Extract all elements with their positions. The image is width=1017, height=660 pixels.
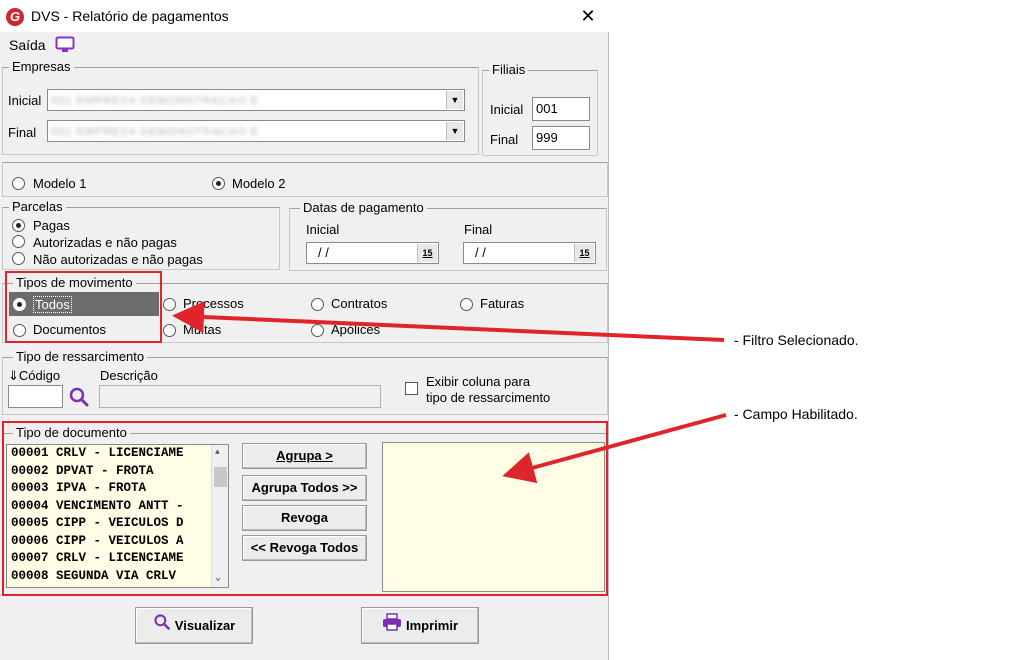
campo-annotation: - Campo Habilitado. [734,406,858,422]
filtro-annotation: - Filtro Selecionado. [734,332,859,348]
annotation-arrows [172,301,727,484]
campo-arrow [502,413,727,484]
filtro-arrow [172,301,725,342]
